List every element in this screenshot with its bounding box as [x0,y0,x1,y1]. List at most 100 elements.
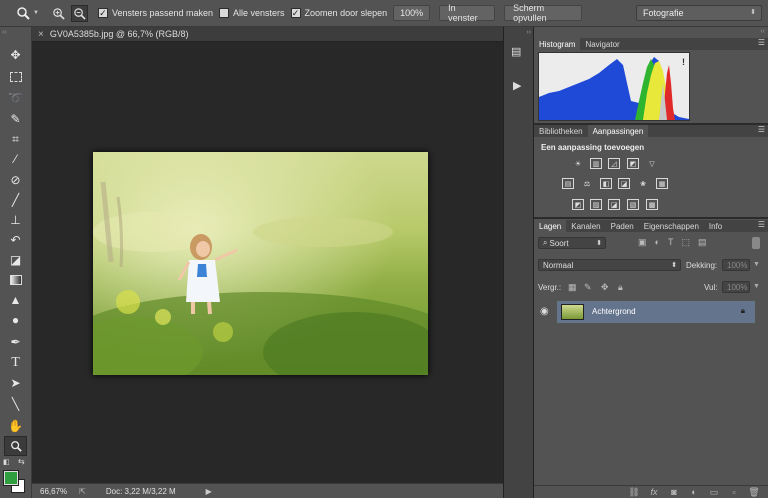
selective-color-icon[interactable]: ▩ [646,199,658,210]
pen-tool-icon[interactable]: ✒ [4,332,27,352]
color-balance-icon[interactable]: ⚖ [581,178,593,189]
chevron-down-icon[interactable]: ▼ [753,283,760,290]
clone-stamp-tool-icon[interactable]: ⊥ [4,210,27,230]
lock-all-icon[interactable]: 🔒︎ [618,282,623,293]
default-colors-icon[interactable]: ◧ [3,458,10,466]
zoom-tool-icon[interactable] [4,436,27,456]
fill-label: Vul: [704,283,718,292]
opacity-field[interactable]: 100% [722,259,750,271]
status-menu-icon[interactable]: ▶ [206,487,212,496]
photo-filter-icon[interactable]: ◪ [618,178,630,189]
blend-mode-select[interactable]: Normaal ⬍ [538,259,681,271]
fx-icon[interactable]: fx [648,487,660,497]
zoom-out-icon[interactable] [70,4,88,22]
path-select-tool-icon[interactable]: ➤ [4,373,27,393]
panel-menu-icon[interactable]: ☰ [758,38,765,47]
layer-row[interactable]: Achtergrond 🔒︎ [557,301,755,323]
export-icon[interactable]: ⇱ [79,487,86,496]
hue-saturation-icon[interactable]: ▤ [562,178,574,189]
layer-name[interactable]: Achtergrond [592,307,636,316]
fill-screen-button[interactable]: Scherm opvullen [504,3,583,23]
mask-icon[interactable]: ◙ [668,487,680,497]
chevron-down-icon[interactable]: ▼ [753,261,760,268]
zoom-in-icon[interactable] [51,5,67,21]
fit-screen-button[interactable]: In venster [439,3,496,23]
threshold-icon[interactable]: ◪ [608,199,620,210]
filter-shape-icon[interactable]: ⬚ [681,237,698,247]
fit-windows-checkbox[interactable]: ✓ Vensters passend maken [97,7,213,18]
tab-adjustments[interactable]: Aanpassingen [587,125,649,137]
dodge-tool-icon[interactable]: ● [4,310,27,330]
panel-menu-icon[interactable]: ☰ [758,125,765,134]
check-icon: ✓ [97,7,108,18]
posterize-icon[interactable]: ▨ [590,199,602,210]
actions-panel-icon[interactable]: ▶ [513,79,521,92]
levels-icon[interactable]: ▥ [590,158,602,169]
exposure-icon[interactable]: ◩ [627,158,639,169]
swap-colors-icon[interactable]: ⇆ [18,457,25,466]
eraser-tool-icon[interactable]: ◪ [4,250,27,270]
foreground-color-swatch[interactable] [3,470,19,486]
tab-paths[interactable]: Paden [606,220,639,232]
history-brush-tool-icon[interactable]: ↶ [4,230,27,250]
gradient-tool-icon[interactable] [4,270,27,290]
new-layer-icon[interactable]: ▫ [728,487,740,497]
filter-type-icon[interactable]: T [668,237,682,247]
adjustment-layer-icon[interactable]: ◐ [688,487,700,497]
history-panel-icon[interactable]: ▤ [511,45,521,58]
layer-filter-toggle[interactable] [752,237,760,249]
channel-mixer-icon[interactable]: ❀ [637,178,649,189]
crop-tool-icon[interactable]: ⌗ [4,129,27,149]
lasso-tool-icon[interactable]: ➰ [4,88,27,108]
lock-image-icon[interactable]: ✎ [584,282,592,293]
curves-icon[interactable]: ◿ [608,158,620,169]
document-tab[interactable]: × GV0A5385b.jpg @ 66,7% (RGB/8) [32,27,503,42]
healing-brush-tool-icon[interactable]: ⊘ [4,170,27,190]
brush-tool-icon[interactable]: ╱ [4,190,27,210]
invert-icon[interactable]: ◩ [572,199,584,210]
tab-properties[interactable]: Eigenschappen [639,220,704,232]
eyedropper-tool-icon[interactable]: ⁄ [4,149,27,169]
zoom-level[interactable]: 66,67% [40,487,67,496]
vibrance-icon[interactable]: ▽ [646,158,658,169]
updown-icon: ⬍ [671,262,677,269]
tab-histogram[interactable]: Histogram [534,38,581,50]
filter-adjust-icon[interactable]: ◐ [655,237,668,247]
black-white-icon[interactable]: ◧ [600,178,612,189]
group-icon[interactable]: ▭ [708,487,720,498]
tab-libraries[interactable]: Bibliotheken [534,125,588,137]
fill-field[interactable]: 100% [722,281,750,293]
all-windows-checkbox[interactable]: Alle vensters [219,8,285,18]
blur-tool-icon[interactable]: ▲ [4,290,27,310]
brightness-icon[interactable]: ☀ [572,158,584,169]
scrubby-zoom-checkbox[interactable]: ✓ Zoomen door slepen [290,8,388,18]
close-icon[interactable]: × [38,29,44,40]
link-icon[interactable]: ⛓ [628,487,640,498]
line-tool-icon[interactable]: ╲ [4,394,27,414]
lock-transparent-icon[interactable]: ▦ [568,282,577,293]
hand-tool-icon[interactable]: ✋ [4,416,27,436]
marquee-tool-icon[interactable] [4,67,27,87]
zoom-100-button[interactable]: 100% [393,5,431,21]
color-lookup-icon[interactable]: ▦ [656,178,668,189]
panel-menu-icon[interactable]: ☰ [758,220,765,229]
eye-icon[interactable]: ◉ [540,306,549,317]
type-tool-icon[interactable]: T [4,353,27,373]
document-canvas[interactable] [32,42,503,483]
tab-info[interactable]: Info [704,220,727,232]
gradient-map-icon[interactable]: ▧ [627,199,639,210]
tab-layers[interactable]: Lagen [534,220,567,232]
tab-channels[interactable]: Kanalen [566,220,605,232]
move-tool-icon[interactable]: ✥ [4,45,27,65]
quick-select-tool-icon[interactable]: ✎ [4,109,27,129]
scrubby-zoom-label: Zoomen door slepen [304,8,388,18]
trash-icon[interactable]: 🗑︎ [748,487,760,498]
warning-icon[interactable]: ! [682,57,685,67]
workspace-select[interactable]: Fotografie ⬍ [636,5,762,21]
filter-pixel-icon[interactable]: ▣ [638,237,655,247]
filter-smart-icon[interactable]: ▤ [698,237,715,247]
zoom-tool-icon[interactable]: ▼ [16,6,39,20]
lock-position-icon[interactable]: ✥ [601,282,609,293]
tab-navigator[interactable]: Navigator [580,38,624,50]
layer-filter-select[interactable]: ⌕ Soort ⬍ [538,237,606,249]
